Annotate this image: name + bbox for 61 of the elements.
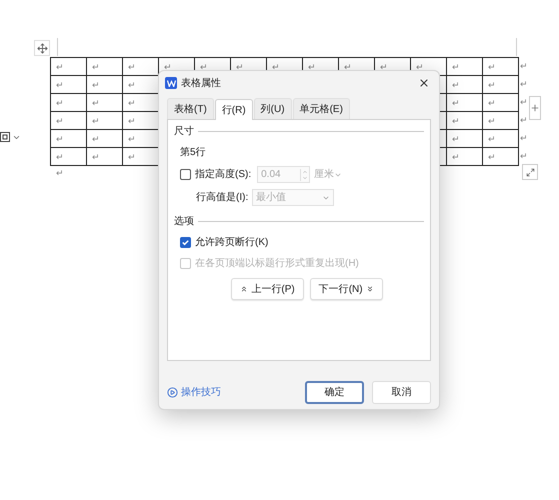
table-cell: ↵ [483,148,519,166]
row-end-mark: ↵ [520,132,528,146]
tab[interactable]: 表格(T) [167,98,214,119]
table-cell: ↵ [87,148,123,166]
table-cell: ↵ [483,112,519,130]
row-end-mark: ↵ [520,96,528,110]
window-title: 表格属性 [181,76,221,90]
table-cell: ↵ [51,112,87,130]
cancel-button[interactable]: 取消 [372,381,431,404]
ok-button[interactable]: 确定 [305,381,364,404]
checkbox-label: 在各页顶端以标题行形式重复出现(H) [195,256,359,271]
table-cell: ↵ [447,76,483,94]
table-cell: ↵ [51,148,87,166]
row-end-mark: ↵ [520,78,528,92]
play-circle-icon [167,387,178,398]
close-icon [418,77,430,89]
table-cell: ↵ [447,58,483,76]
double-up-icon [240,285,248,293]
table-cell: ↵ [447,112,483,130]
table-cell: ↵ [483,76,519,94]
table-cell: ↵ [483,130,519,148]
table-cell: ↵ [483,58,519,76]
table-cell: ↵ [51,130,87,148]
table-cell: ↵ [447,130,483,148]
section-heading: 尺寸 [174,124,194,139]
nav-button[interactable]: 下一行(N) [310,278,383,300]
checkbox[interactable] [180,237,191,248]
paragraph-mark: ↵ [56,167,64,180]
checkbox-label: 允许跨页断行(K) [195,236,268,250]
move-handle-icon[interactable] [34,40,50,56]
plus-icon [530,103,540,113]
section-heading: 选项 [174,214,194,229]
double-down-icon [366,285,374,293]
tips-link[interactable]: 操作技巧 [167,385,221,400]
tab[interactable]: 行(R) [214,99,253,120]
table-cell: ↵ [447,94,483,112]
spinner-arrows-icon [300,168,310,180]
table-cell: ↵ [87,130,123,148]
table-cell: ↵ [87,112,123,130]
row-end-mark: ↵ [520,114,528,128]
table-cell: ↵ [123,58,159,76]
table-cell: ↵ [87,76,123,94]
tab[interactable]: 列(U) [254,98,292,119]
table-cell: ↵ [51,94,87,112]
tab[interactable]: 单元格(E) [292,98,350,119]
row-number-label: 第5行 [180,146,207,160]
table-cell: ↵ [51,76,87,94]
table-cell: ↵ [87,58,123,76]
table-cell: ↵ [447,148,483,166]
row-end-mark: ↵ [520,60,528,73]
resize-handle-icon[interactable] [522,164,538,180]
row-end-mark: ↵ [520,150,528,164]
field-label: 行高值是(I): [196,190,248,205]
table-cell: ↵ [87,94,123,112]
add-column-button[interactable] [529,96,541,120]
checkbox-label: 指定高度(S): [195,168,252,182]
app-logo-icon [165,77,177,89]
checkbox[interactable] [180,169,191,180]
nav-button[interactable]: 上一行(P) [231,278,304,300]
table-cell: ↵ [483,94,519,112]
table-cell: ↵ [51,58,87,76]
